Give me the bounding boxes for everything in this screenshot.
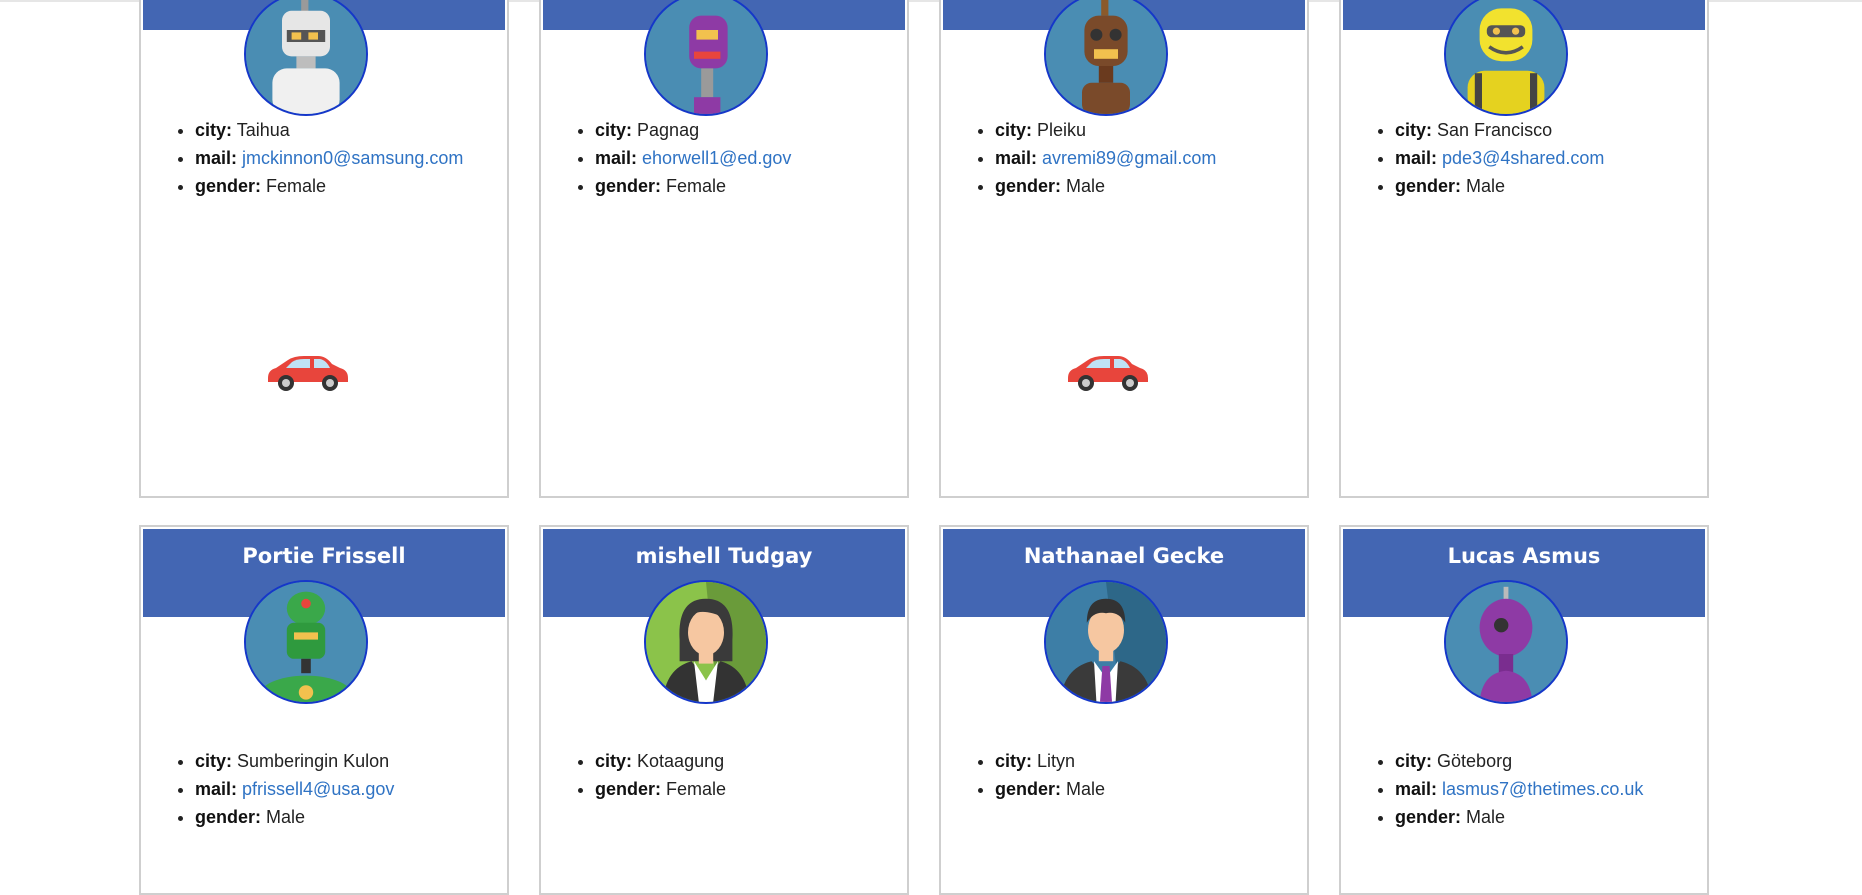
city-value: Taihua	[236, 120, 290, 140]
user-card: city: San Francisco mail: pde3@4shared.c…	[1339, 0, 1709, 498]
gender-value: Male	[266, 807, 306, 827]
robot-purple-avatar	[644, 0, 768, 116]
user-card: Nathanael Gecke city: Lityn gender: Male	[939, 525, 1309, 895]
list-item: mail: jmckinnon0@samsung.com	[195, 144, 463, 172]
user-info-list: city: Göteborg mail: lasmus7@thetimes.co…	[1377, 747, 1643, 831]
car-icon	[1062, 352, 1152, 392]
gender-value: Male	[1066, 176, 1106, 196]
list-item: gender: Female	[595, 775, 726, 803]
list-item: gender: Male	[195, 803, 394, 831]
list-item: mail: pde3@4shared.com	[1395, 144, 1604, 172]
woman-avatar	[644, 580, 768, 704]
user-info-list: city: Lityn gender: Male	[977, 747, 1105, 803]
user-info-list: city: Taihua mail: jmckinnon0@samsung.co…	[177, 116, 463, 200]
list-item: city: Sumberingin Kulon	[195, 747, 394, 775]
gender-value: Female	[266, 176, 327, 196]
list-item: gender: Female	[595, 172, 791, 200]
city-value: Lityn	[1037, 751, 1076, 771]
user-card: mishell Tudgay city: Kotaagung gender: F…	[539, 525, 909, 895]
list-item: city: Lityn	[995, 747, 1105, 775]
list-item: mail: pfrissell4@usa.gov	[195, 775, 394, 803]
user-card: city: Taihua mail: jmckinnon0@samsung.co…	[139, 0, 509, 498]
user-info-list: city: Pleiku mail: avremi89@gmail.com ge…	[977, 116, 1216, 200]
mail-link[interactable]: pfrissell4@usa.gov	[242, 779, 394, 799]
city-value: Kotaagung	[637, 751, 725, 771]
list-item: mail: ehorwell1@ed.gov	[595, 144, 791, 172]
city-value: San Francisco	[1437, 120, 1553, 140]
man-avatar	[1044, 580, 1168, 704]
list-item: mail: lasmus7@thetimes.co.uk	[1395, 775, 1643, 803]
city-value: Pleiku	[1037, 120, 1087, 140]
card-name: Lucas Asmus	[1447, 544, 1601, 568]
mail-link[interactable]: ehorwell1@ed.gov	[642, 148, 791, 168]
gender-value: Male	[1466, 807, 1506, 827]
list-item: city: Kotaagung	[595, 747, 726, 775]
robot-violet-avatar	[1444, 580, 1568, 704]
user-info-list: city: San Francisco mail: pde3@4shared.c…	[1377, 116, 1604, 200]
list-item: gender: Male	[1395, 803, 1643, 831]
robot-white-avatar	[244, 0, 368, 116]
card-name: Nathanael Gecke	[1023, 544, 1225, 568]
user-card: Lucas Asmus city: Göteborg mail: lasmus7…	[1339, 525, 1709, 895]
user-card: city: Pleiku mail: avremi89@gmail.com ge…	[939, 0, 1309, 498]
card-name: mishell Tudgay	[635, 544, 813, 568]
list-item: gender: Male	[995, 775, 1105, 803]
city-value: Göteborg	[1437, 751, 1513, 771]
robot-green-avatar	[244, 580, 368, 704]
gender-value: Female	[666, 779, 727, 799]
list-item: city: Göteborg	[1395, 747, 1643, 775]
robot-brown-avatar	[1044, 0, 1168, 116]
mail-link[interactable]: lasmus7@thetimes.co.uk	[1442, 779, 1643, 799]
card-name: Portie Frissell	[242, 544, 406, 568]
user-card: Portie Frissell city: Sumberingin Kulon …	[139, 525, 509, 895]
user-info-list: city: Kotaagung gender: Female	[577, 747, 726, 803]
user-info-list: city: Pagnag mail: ehorwell1@ed.gov gend…	[577, 116, 791, 200]
mail-link[interactable]: pde3@4shared.com	[1442, 148, 1604, 168]
city-value: Pagnag	[637, 120, 700, 140]
list-item: city: Pagnag	[595, 116, 791, 144]
robot-yellow-avatar	[1444, 0, 1568, 116]
list-item: mail: avremi89@gmail.com	[995, 144, 1216, 172]
list-item: gender: Male	[995, 172, 1216, 200]
list-item: gender: Male	[1395, 172, 1604, 200]
mail-link[interactable]: avremi89@gmail.com	[1042, 148, 1216, 168]
car-icon	[262, 352, 352, 392]
gender-value: Male	[1066, 779, 1106, 799]
list-item: city: Pleiku	[995, 116, 1216, 144]
city-value: Sumberingin Kulon	[237, 751, 390, 771]
user-card: city: Pagnag mail: ehorwell1@ed.gov gend…	[539, 0, 909, 498]
user-info-list: city: Sumberingin Kulon mail: pfrissell4…	[177, 747, 394, 831]
mail-link[interactable]: jmckinnon0@samsung.com	[242, 148, 463, 168]
list-item: gender: Female	[195, 172, 463, 200]
list-item: city: San Francisco	[1395, 116, 1604, 144]
list-item: city: Taihua	[195, 116, 463, 144]
gender-value: Male	[1466, 176, 1506, 196]
gender-value: Female	[666, 176, 727, 196]
